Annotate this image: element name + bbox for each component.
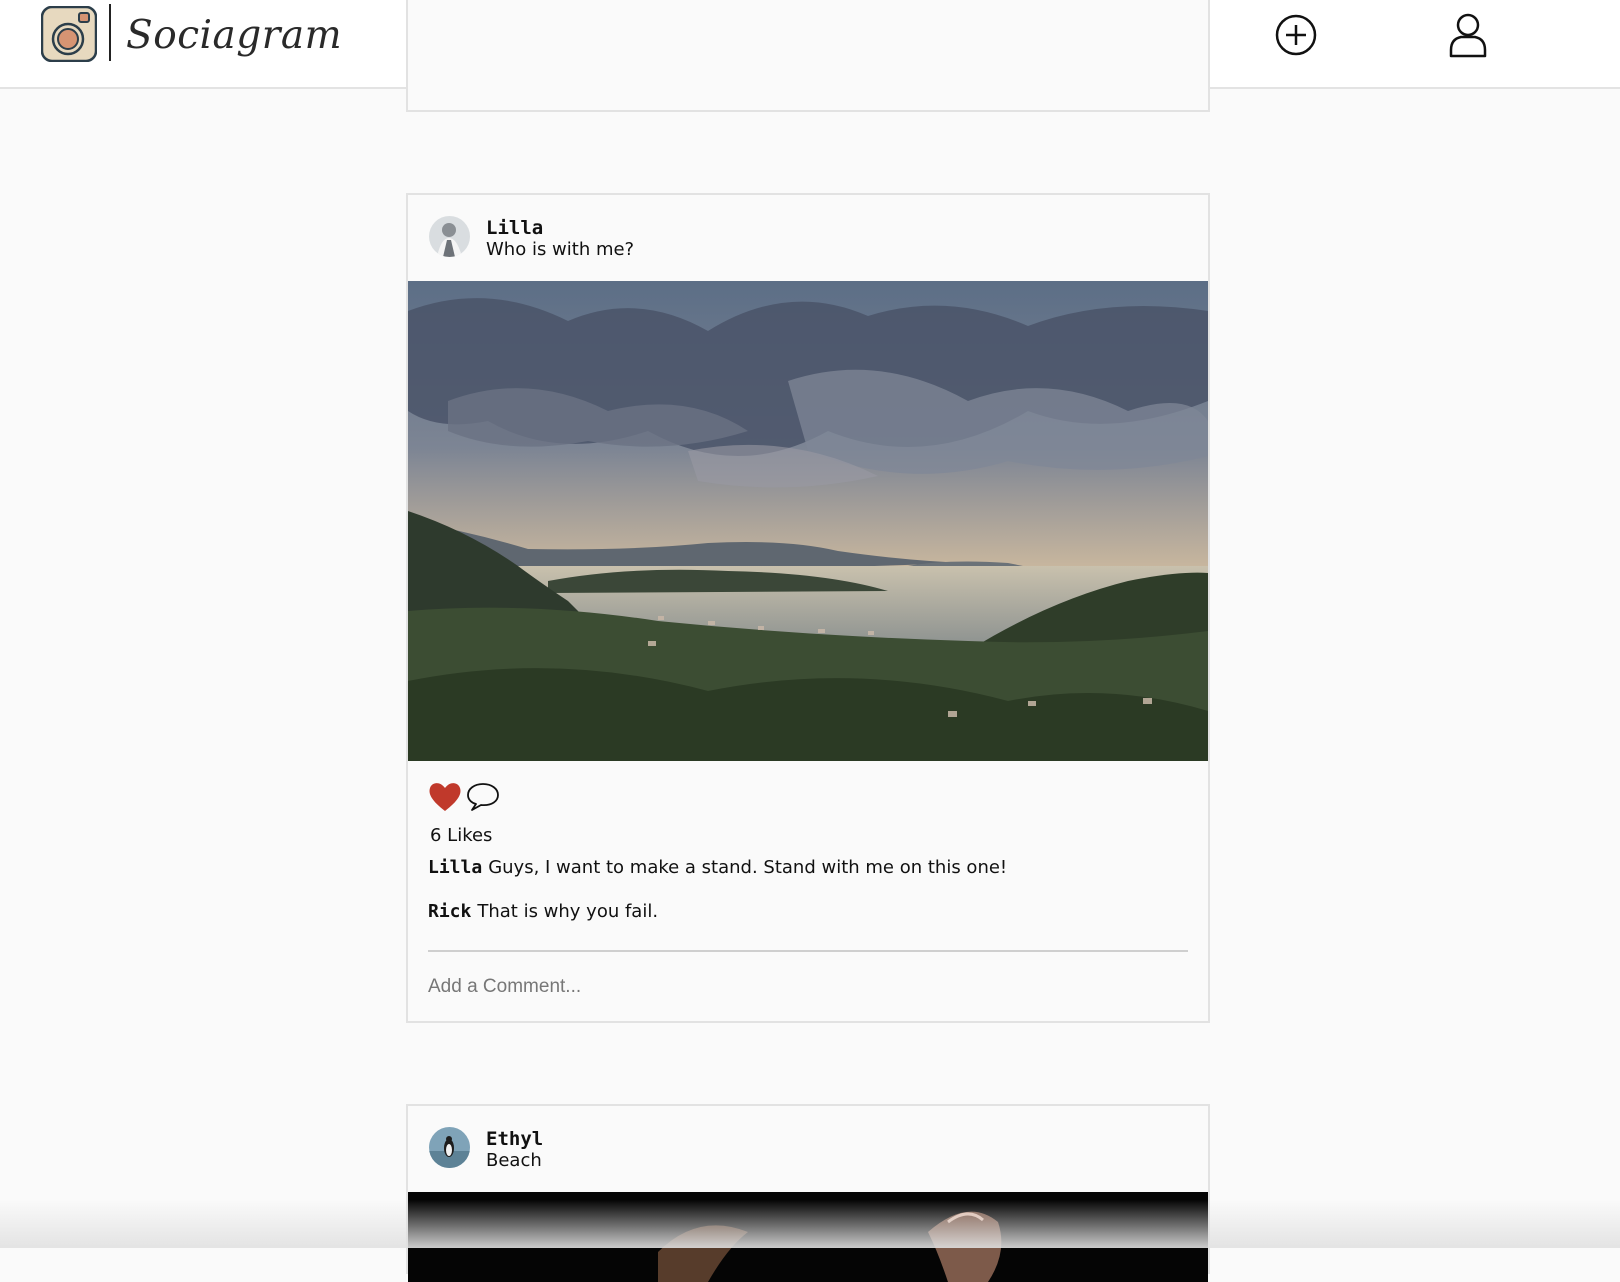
post-username[interactable]: Ethyl (486, 1128, 543, 1150)
camera-logo-icon[interactable] (41, 6, 97, 62)
comment-divider (428, 950, 1188, 952)
add-comment-input[interactable] (428, 969, 1188, 1005)
post-header: Lilla Who is with me? (408, 195, 1208, 283)
likes-count: 6 Likes (430, 825, 493, 846)
post-card: Ethyl Beach (406, 1104, 1210, 1282)
comment: Rick That is why you fail. (428, 901, 658, 922)
post-caption: Who is with me? (486, 239, 635, 260)
heart-icon[interactable] (428, 781, 462, 813)
comment: Lilla Guys, I want to make a stand. Stand… (428, 857, 1007, 878)
plus-circle-icon[interactable] (1275, 14, 1317, 56)
post-card-previous (406, 0, 1210, 112)
post-username[interactable]: Lilla (486, 217, 543, 239)
comment-text: Guys, I want to make a stand. Stand with… (488, 857, 1008, 878)
user-icon[interactable] (1446, 12, 1490, 58)
post-photo[interactable] (408, 1192, 1208, 1282)
comment-username[interactable]: Rick (428, 901, 471, 922)
post-photo[interactable] (408, 281, 1208, 761)
brand-name[interactable]: Sociagram (126, 4, 342, 60)
comment-username[interactable]: Lilla (428, 857, 482, 878)
avatar[interactable] (429, 216, 470, 257)
post-header: Ethyl Beach (408, 1106, 1208, 1194)
speech-bubble-icon[interactable] (466, 781, 500, 813)
comment-text: That is why you fail. (477, 901, 659, 922)
post-card: Lilla Who is with me? 6 Likes Lilla Guys… (406, 193, 1210, 1023)
logo-divider (109, 4, 111, 61)
avatar[interactable] (429, 1127, 470, 1168)
post-caption: Beach (486, 1150, 542, 1171)
